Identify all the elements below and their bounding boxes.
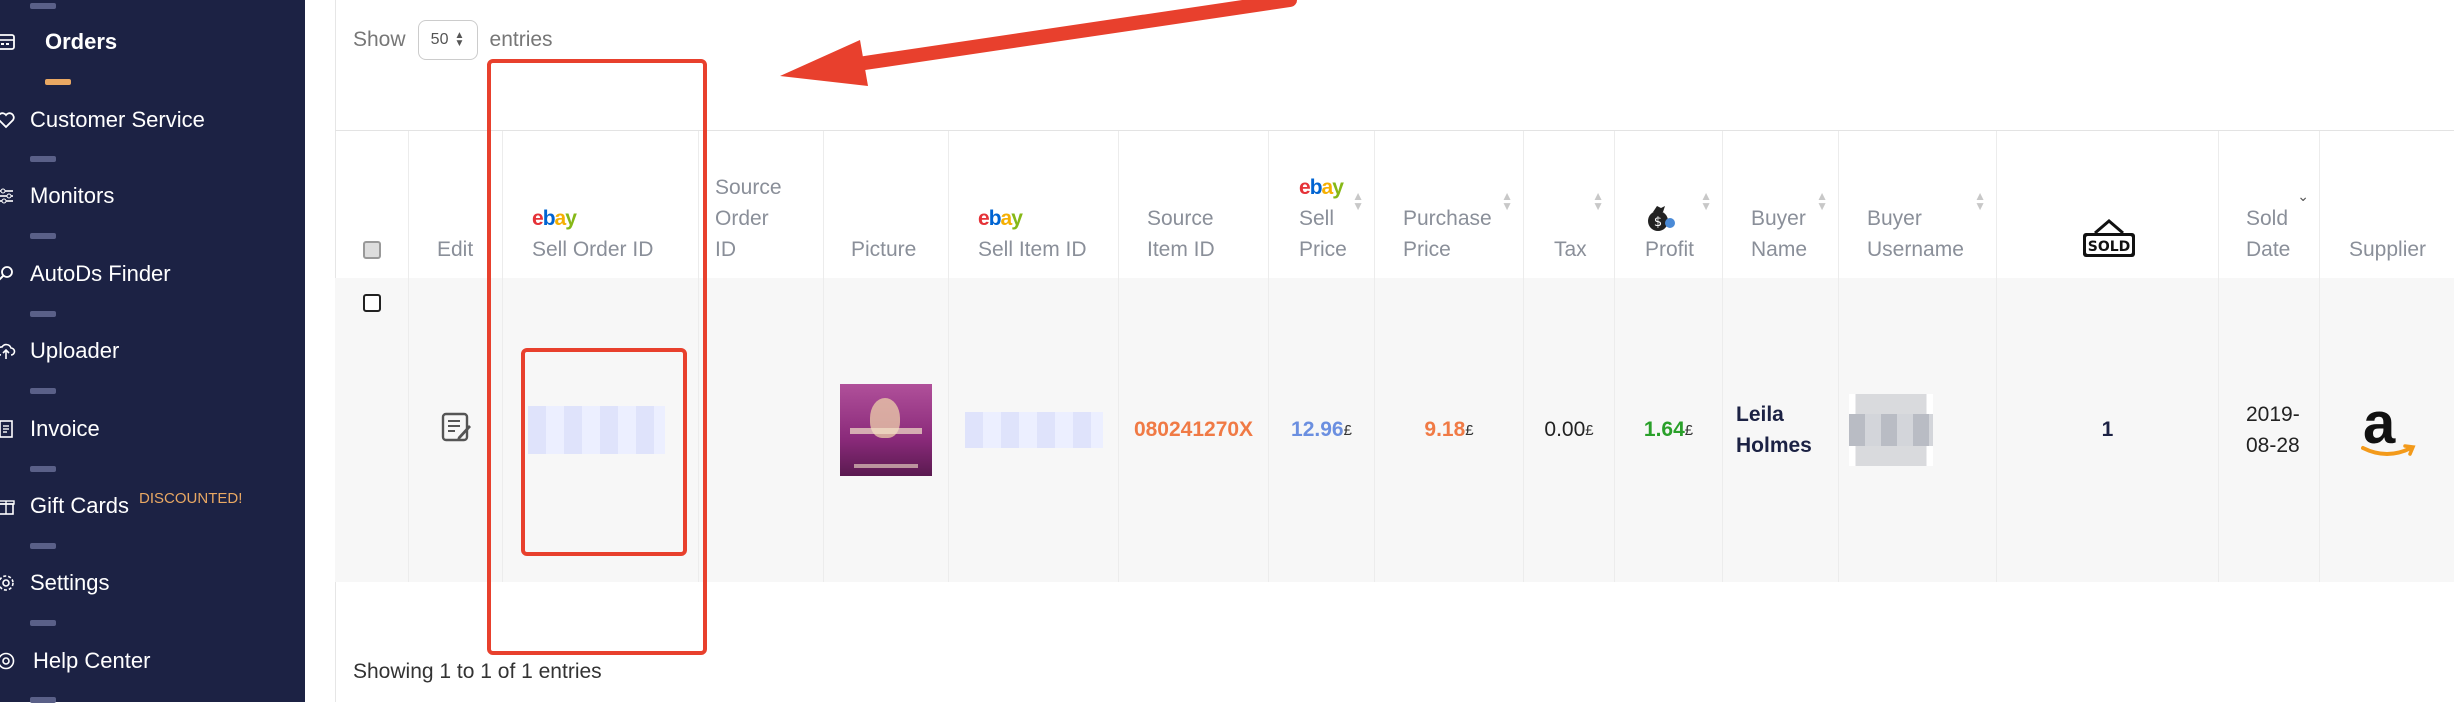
sort-icon[interactable]: ▲ ▼: [1700, 190, 1712, 212]
sidebar-item-monitors[interactable]: Monitors: [0, 176, 305, 216]
heart-icon: [0, 108, 18, 132]
th-buyer-name[interactable]: Buyer Name ▲ ▼: [1723, 131, 1839, 279]
nav-separator: [30, 697, 56, 703]
sliders-icon: [0, 184, 18, 208]
sidebar-item-label: Gift Cards: [30, 493, 130, 518]
sidebar: Orders Customer Service Monitors AutoDs …: [0, 0, 305, 703]
td-sold-date: 2019- 08-28: [2219, 278, 2320, 582]
svg-text:$: $: [1654, 215, 1662, 230]
redacted-buyer-username: [1849, 394, 1933, 466]
th-profit[interactable]: $ Profit ▲ ▼: [1615, 131, 1723, 279]
product-thumbnail[interactable]: [840, 384, 932, 476]
gift-icon: [0, 494, 18, 518]
sort-icon[interactable]: ▲ ▼: [1974, 190, 1986, 212]
th-source-order-id[interactable]: Source Order ID: [699, 131, 824, 279]
th-select-all: [335, 131, 409, 279]
annotation-arrow: [780, 0, 1297, 86]
sort-icon[interactable]: ▲ ▼: [1352, 190, 1364, 212]
discount-badge: DISCOUNTED!: [139, 490, 243, 507]
th-sell-item-id[interactable]: ebay Sell Item ID: [949, 131, 1119, 279]
nav-separator: [30, 156, 56, 162]
sidebar-item-invoice[interactable]: Invoice: [0, 409, 305, 449]
td-picture: [824, 278, 949, 582]
sidebar-item-uploader[interactable]: Uploader: [0, 331, 305, 371]
redacted-sell-item-id: [964, 412, 1103, 448]
magnifier-icon: [0, 262, 18, 286]
td-sell-price: 12.96 £: [1269, 278, 1375, 582]
th-picture: Picture: [824, 131, 949, 279]
sidebar-item-orders[interactable]: Orders: [0, 22, 305, 62]
lifebuoy-icon: [0, 649, 18, 673]
gear-icon: [0, 571, 18, 595]
th-quantity-sold[interactable]: SOLD: [1997, 131, 2219, 279]
nav-separator: [30, 388, 56, 394]
amazon-logo-icon[interactable]: a: [2359, 391, 2416, 462]
source-item-link[interactable]: 080241270X: [1134, 418, 1253, 442]
main-content: Show 50 ▲ ▼ entries Edit ebay Sell Order I…: [305, 0, 2454, 702]
cloud-upload-icon: [0, 339, 18, 363]
sort-icon[interactable]: ▲ ▼: [1501, 190, 1513, 212]
th-source-item-id[interactable]: Source Item ID: [1119, 131, 1269, 279]
nav-separator: [30, 233, 56, 239]
page-size-control: Show 50 ▲ ▼ entries: [353, 20, 553, 60]
sort-icon[interactable]: ▲ ▼: [1816, 190, 1828, 212]
select-all-checkbox[interactable]: [363, 241, 381, 259]
nav-separator: [30, 620, 56, 626]
td-profit: 1.64 £: [1615, 278, 1723, 582]
invoice-icon: [0, 417, 18, 441]
nav-separator: [30, 311, 56, 317]
sidebar-item-settings[interactable]: Settings: [0, 563, 305, 603]
td-source-item-id[interactable]: 080241270X: [1119, 278, 1269, 582]
nav-separator: [30, 543, 56, 549]
th-sold-date[interactable]: Sold Date ⌄: [2219, 131, 2320, 279]
ebay-logo: ebay: [978, 207, 1023, 230]
th-sell-price[interactable]: ebay Sell Price ▲ ▼: [1269, 131, 1375, 279]
svg-text:SOLD: SOLD: [2088, 239, 2131, 255]
annotation-highlight-cell: [521, 348, 687, 556]
td-source-order-id: [699, 278, 824, 582]
table-info: Showing 1 to 1 of 1 entries: [353, 660, 602, 683]
nav-separator: [30, 466, 56, 472]
page-size-select[interactable]: 50 ▲ ▼: [417, 20, 478, 60]
td-buyer-username: [1839, 278, 1997, 582]
td-select: [335, 278, 409, 582]
td-buyer-name: Leila Holmes: [1723, 278, 1839, 582]
active-indicator: [45, 79, 71, 85]
th-purchase-price[interactable]: Purchase Price ▲ ▼: [1375, 131, 1524, 279]
sort-icon[interactable]: ▲ ▼: [1592, 190, 1604, 212]
row-checkbox[interactable]: [362, 294, 381, 312]
th-supplier: Supplier: [2349, 238, 2427, 261]
show-label: Show: [353, 28, 406, 51]
nav-separator: [30, 3, 56, 9]
sort-desc-icon[interactable]: ⌄: [2297, 189, 2309, 203]
sidebar-item-help-center[interactable]: Help Center: [0, 641, 305, 681]
sidebar-item-gift-cards[interactable]: Gift Cards DISCOUNTED!: [0, 486, 305, 526]
th-tax[interactable]: Tax ▲ ▼: [1524, 131, 1615, 279]
th-buyer-username[interactable]: Buyer Username ▲ ▼: [1839, 131, 1997, 279]
sold-sign-icon: SOLD: [2081, 217, 2137, 270]
sidebar-item-customer-service[interactable]: Customer Service: [0, 100, 305, 140]
entries-label: entries: [489, 28, 553, 51]
orders-icon: [0, 30, 18, 54]
ebay-logo: ebay: [1299, 176, 1344, 199]
select-arrows-icon: ▲ ▼: [454, 30, 465, 49]
td-purchase-price: 9.18 £: [1375, 278, 1524, 582]
sidebar-item-autods-finder[interactable]: AutoDs Finder: [0, 254, 305, 294]
td-sell-item-id: [949, 278, 1119, 582]
td-supplier: a: [2320, 278, 2454, 582]
td-tax: 0.00 £: [1524, 278, 1615, 582]
td-quantity: 1: [1997, 278, 2219, 582]
edit-icon[interactable]: [440, 411, 472, 449]
money-bag-icon: $: [1645, 171, 1694, 231]
